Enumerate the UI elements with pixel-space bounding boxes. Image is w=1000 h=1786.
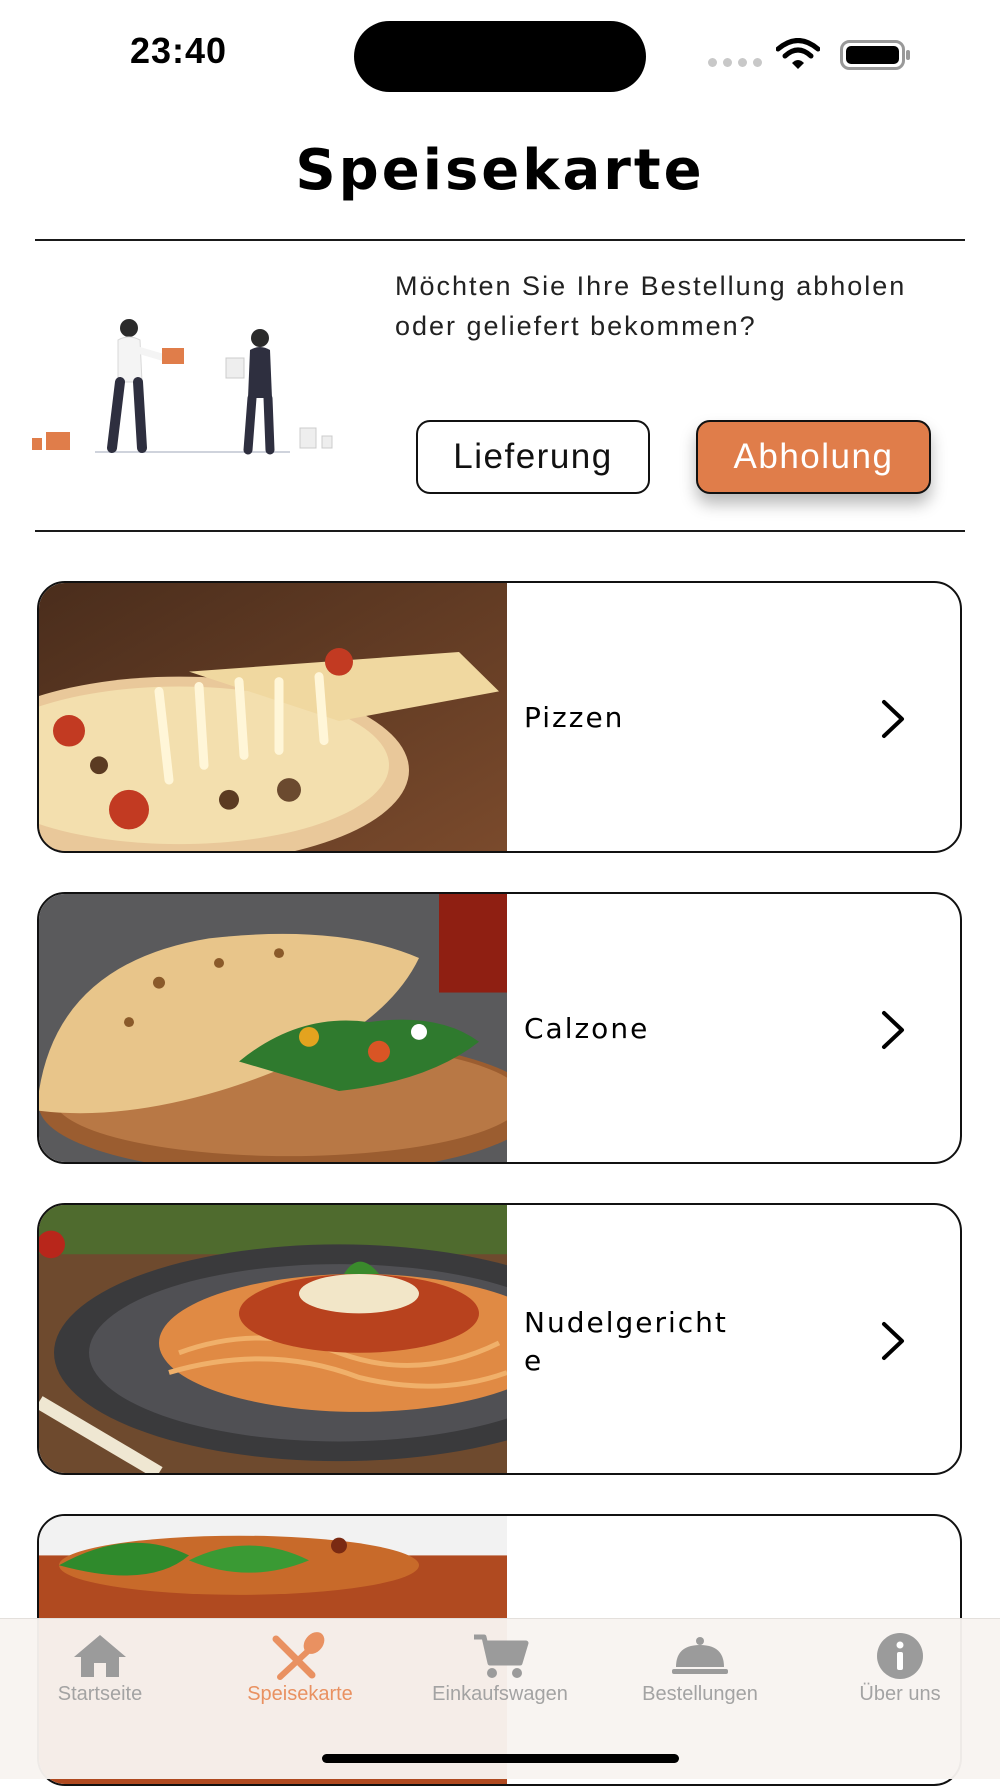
tab-label: Startseite (57, 1683, 143, 1705)
fork-knife-icon (272, 1632, 325, 1680)
tab-einkaufswagen[interactable]: Einkaufswagen (400, 1619, 600, 1749)
tab-label: Bestellungen (642, 1683, 758, 1705)
status-time: 23:40 (130, 30, 228, 71)
dynamic-island (354, 21, 646, 92)
info-icon (877, 1633, 923, 1679)
category-card-calzone[interactable]: Calzone (37, 892, 962, 1164)
delivery-button[interactable]: Lieferung (416, 420, 650, 494)
home-indicator[interactable] (322, 1754, 679, 1763)
battery-icon (840, 40, 910, 70)
category-card-nudelgerichte[interactable]: Nudelgerichte (37, 1203, 962, 1475)
chevron-right-icon (882, 700, 904, 738)
tab-bestellungen[interactable]: Bestellungen (600, 1619, 800, 1749)
tab-speisekarte[interactable]: Speisekarte (200, 1619, 400, 1749)
category-label: Calzone (524, 1012, 650, 1045)
category-card-pizzen[interactable]: Pizzen (37, 581, 962, 853)
cloche-icon (672, 1637, 728, 1674)
tab-startseite[interactable]: Startseite (0, 1619, 200, 1749)
calzone-photo (39, 894, 507, 1162)
pizza-photo (39, 583, 507, 851)
pickup-button[interactable]: Abholung (696, 420, 931, 494)
tab-label: Über uns (859, 1683, 941, 1705)
category-label: Pizzen (524, 701, 625, 734)
tab-label: Speisekarte (247, 1683, 353, 1705)
header-divider (35, 239, 965, 241)
spaghetti-photo (39, 1205, 507, 1473)
tab-ueber-uns[interactable]: Über uns (800, 1619, 1000, 1749)
page-title: Speisekarte (295, 138, 705, 203)
delivery-handover-illustration (32, 319, 333, 455)
chevron-right-icon (882, 1322, 904, 1360)
home-icon (74, 1635, 126, 1677)
category-label: Nudelgerichte (524, 1306, 728, 1377)
cart-icon (474, 1634, 529, 1678)
order-type-question: Möchten Sie Ihre Bestellung abholen oder… (395, 271, 907, 341)
tab-label: Einkaufswagen (432, 1683, 568, 1705)
wifi-icon (776, 38, 820, 69)
order-type-divider (35, 530, 965, 532)
chevron-right-icon (882, 1011, 904, 1049)
cellular-signal-icon (708, 58, 762, 67)
